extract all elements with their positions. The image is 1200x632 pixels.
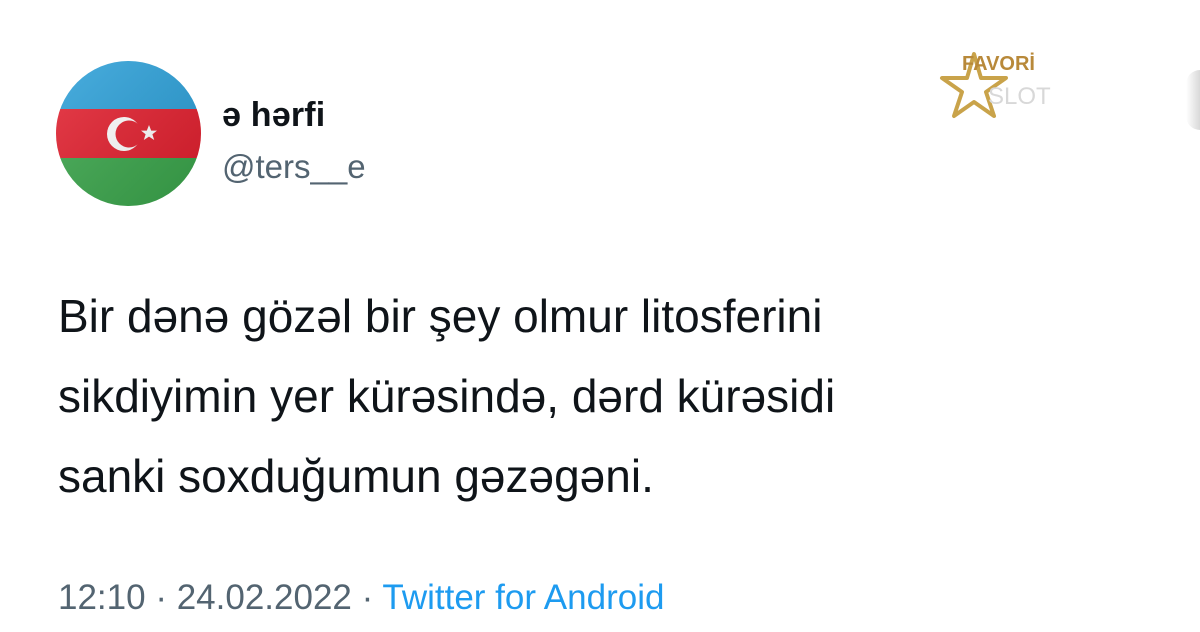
avatar[interactable] [56,61,201,206]
watermark-logo: FAVORİ SLOT [936,40,1076,140]
watermark-line2: SLOT [988,83,1051,110]
tweet-meta: 12:10 · 24.02.2022 · Twitter for Android [58,578,664,618]
tweet-text-line: Bir dənə gözəl bir şey olmur litosferini [58,290,823,342]
tweet-text: Bir dənə gözəl bir şey olmur litosferini… [58,276,1158,516]
tweet-source-link[interactable]: Twitter for Android [382,578,664,617]
tweet-date[interactable]: 24.02.2022 [177,578,352,617]
tweet-text-line: sikdiyimin yer kürəsində, dərd kürəsidi [58,370,836,422]
tweet-time[interactable]: 12:10 [58,578,146,617]
display-name[interactable]: ə hərfi [222,96,325,135]
azerbaijan-flag-icon [56,61,201,206]
edge-shadow [1186,70,1200,130]
meta-separator: · [361,578,374,617]
watermark-line1: FAVORİ [962,52,1035,75]
meta-separator: · [155,578,167,617]
tweet-card: ə hərfi @ters__e FAVORİ SLOT Bir dənə gö… [0,0,1200,632]
user-handle[interactable]: @ters__e [222,148,366,186]
tweet-text-line: sanki soxduğumun gəzəgəni. [58,450,654,502]
